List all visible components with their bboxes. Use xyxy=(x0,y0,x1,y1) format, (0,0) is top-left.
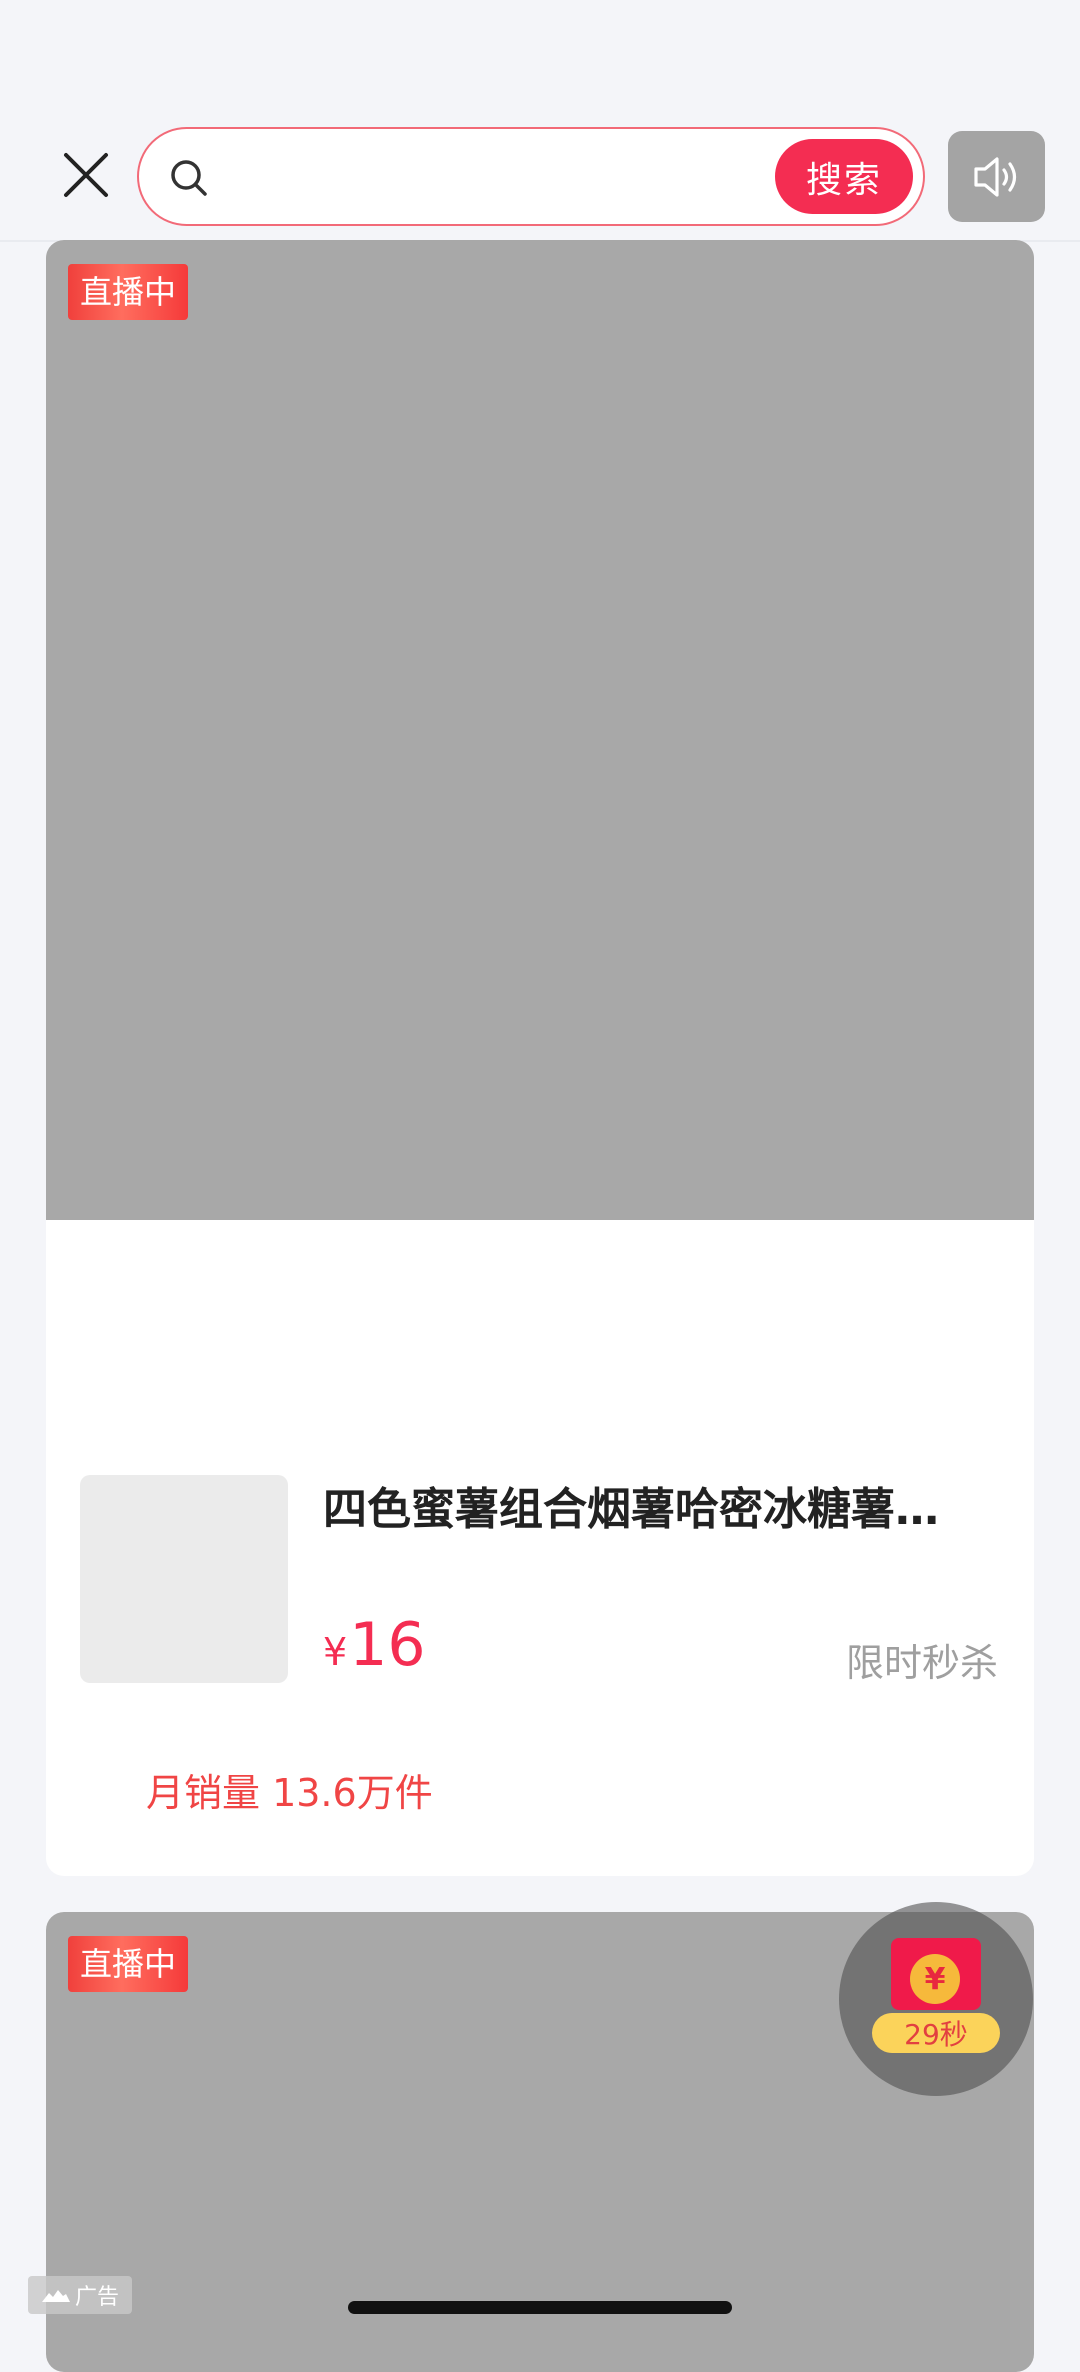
ad-text: 广告 xyxy=(74,2285,119,2310)
search-button[interactable]: 搜索 xyxy=(775,139,913,214)
close-icon xyxy=(64,153,108,197)
mountain-logo-icon xyxy=(41,2290,70,2302)
search-icon xyxy=(171,160,207,196)
price-value: 16 xyxy=(349,1610,426,1680)
coin-icon: ¥ xyxy=(910,1954,960,2004)
search-bar[interactable]: 搜索 xyxy=(137,127,925,226)
ad-label: 广告 xyxy=(28,2276,132,2314)
product-title[interactable]: 四色蜜薯组合烟薯哈密冰糖薯… xyxy=(323,1473,1003,1537)
close-button[interactable] xyxy=(54,143,118,207)
top-bar: 搜索 xyxy=(0,0,1080,242)
countdown-timer: 29秒 xyxy=(872,2013,1000,2053)
flash-sale-tag: 限时秒杀 xyxy=(845,1641,998,1685)
home-indicator[interactable] xyxy=(348,2301,732,2314)
product-thumbnail[interactable] xyxy=(80,1475,288,1683)
live-badge: 直播中 xyxy=(68,1936,189,1992)
sound-toggle-button[interactable] xyxy=(948,131,1045,222)
search-input[interactable] xyxy=(229,147,773,209)
monthly-sales: 月销量 13.6万件 xyxy=(146,1771,433,1815)
product-price: ¥ 16 xyxy=(323,1610,426,1680)
live-product-card[interactable]: 直播中 四色蜜薯组合烟薯哈密冰糖薯… ¥ 16 限时秒杀 月销量 13.6万件 xyxy=(46,240,1034,1876)
speaker-icon xyxy=(973,156,1016,197)
live-stream-video[interactable] xyxy=(46,240,1034,1220)
live-badge: 直播中 xyxy=(68,264,189,320)
price-currency: ¥ xyxy=(323,1630,348,1674)
red-packet-countdown-button[interactable]: ¥ 29秒 xyxy=(839,1902,1033,2096)
